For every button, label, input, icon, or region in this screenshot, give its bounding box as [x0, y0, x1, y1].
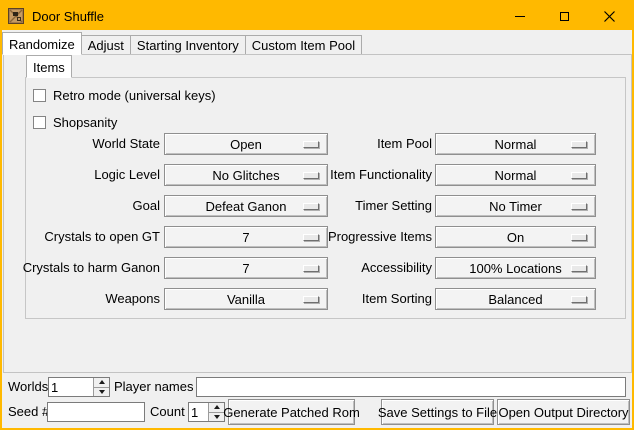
- save-settings-button[interactable]: Save Settings to File: [381, 399, 494, 425]
- app-icon: [8, 8, 24, 24]
- open-output-directory-button[interactable]: Open Output Directory: [497, 399, 630, 425]
- dropdown-indicator-icon: [571, 203, 587, 210]
- titlebar: Door Shuffle: [2, 2, 632, 30]
- weapons-label: Weapons: [22, 288, 160, 310]
- worlds-spinner[interactable]: [48, 377, 110, 397]
- timer-setting-label: Timer Setting: [298, 195, 432, 217]
- world-state-label: World State: [22, 133, 160, 155]
- item-pool-label: Item Pool: [298, 133, 432, 155]
- generate-patched-rom-button[interactable]: Generate Patched Rom: [228, 399, 355, 425]
- spinner-up-button[interactable]: [209, 403, 224, 412]
- maximize-button[interactable]: [542, 2, 587, 30]
- dropdown-indicator-icon: [571, 265, 587, 272]
- spinner-up-button[interactable]: [94, 378, 109, 387]
- item-functionality-value: Normal: [495, 168, 537, 183]
- dropdown-indicator-icon: [571, 141, 587, 148]
- seed-label: Seed #: [8, 402, 49, 422]
- retro-mode-checkbox[interactable]: [33, 89, 46, 102]
- item-functionality-dropdown[interactable]: Normal: [435, 164, 596, 186]
- world-state-value: Open: [230, 137, 262, 152]
- crystals-gt-value: 7: [242, 230, 249, 245]
- spinner-down-icon: [214, 415, 220, 419]
- item-pool-value: Normal: [495, 137, 537, 152]
- tab-adjust[interactable]: Adjust: [82, 35, 131, 55]
- player-names-label: Player names: [114, 377, 193, 397]
- shopsanity-checkbox-row[interactable]: Shopsanity: [33, 115, 117, 129]
- spinner-down-button[interactable]: [94, 387, 109, 397]
- goal-value: Defeat Ganon: [206, 199, 287, 214]
- count-label: Count: [150, 402, 185, 422]
- worlds-spinner-arrows: [93, 378, 109, 396]
- shopsanity-label: Shopsanity: [53, 115, 117, 130]
- goal-label: Goal: [22, 195, 160, 217]
- count-spinner[interactable]: [188, 402, 225, 422]
- crystals-gt-label: Crystals to open GT: [22, 226, 160, 248]
- dropdown-indicator-icon: [571, 172, 587, 179]
- logic-level-value: No Glitches: [212, 168, 279, 183]
- item-sorting-dropdown[interactable]: Balanced: [435, 288, 596, 310]
- minimize-icon: [515, 16, 525, 17]
- logic-level-label: Logic Level: [22, 164, 160, 186]
- maximize-icon: [560, 12, 569, 21]
- retro-mode-label: Retro mode (universal keys): [53, 88, 216, 103]
- item-sorting-label: Item Sorting: [298, 288, 432, 310]
- spinner-down-button[interactable]: [209, 412, 224, 422]
- crystals-ganon-label: Crystals to harm Ganon: [22, 257, 160, 279]
- accessibility-value: 100% Locations: [469, 261, 562, 276]
- crystals-ganon-value: 7: [242, 261, 249, 276]
- close-button[interactable]: [587, 2, 632, 30]
- close-icon: [604, 11, 615, 22]
- item-sorting-value: Balanced: [488, 292, 542, 307]
- item-pool-dropdown[interactable]: Normal: [435, 133, 596, 155]
- timer-setting-dropdown[interactable]: No Timer: [435, 195, 596, 217]
- progressive-items-dropdown[interactable]: On: [435, 226, 596, 248]
- item-functionality-label: Item Functionality: [298, 164, 432, 186]
- spinner-up-icon: [214, 405, 220, 409]
- app-window: Door Shuffle Randomize Adjust Starting I…: [0, 0, 634, 430]
- main-tab-bar: Randomize Adjust Starting Inventory Cust…: [2, 32, 362, 55]
- seed-input[interactable]: [47, 402, 145, 422]
- timer-setting-value: No Timer: [489, 199, 542, 214]
- minimize-button[interactable]: [497, 2, 542, 30]
- retro-mode-checkbox-row[interactable]: Retro mode (universal keys): [33, 88, 216, 102]
- dropdown-indicator-icon: [571, 234, 587, 241]
- tab-starting-inventory[interactable]: Starting Inventory: [131, 35, 246, 55]
- accessibility-label: Accessibility: [298, 257, 432, 279]
- worlds-input[interactable]: [49, 378, 93, 396]
- tab-randomize[interactable]: Randomize: [2, 32, 82, 55]
- spinner-down-icon: [99, 390, 105, 394]
- window-title: Door Shuffle: [32, 9, 104, 24]
- tab-custom-item-pool[interactable]: Custom Item Pool: [246, 35, 362, 55]
- spinner-up-icon: [99, 380, 105, 384]
- shopsanity-checkbox[interactable]: [33, 116, 46, 129]
- worlds-label: Worlds: [8, 377, 48, 397]
- tab-items[interactable]: Items: [26, 55, 72, 78]
- dropdown-indicator-icon: [571, 296, 587, 303]
- count-input[interactable]: [189, 403, 208, 421]
- weapons-value: Vanilla: [227, 292, 265, 307]
- progressive-items-value: On: [507, 230, 524, 245]
- player-names-input[interactable]: [196, 377, 626, 397]
- count-spinner-arrows: [208, 403, 224, 421]
- progressive-items-label: Progressive Items: [298, 226, 432, 248]
- accessibility-dropdown[interactable]: 100% Locations: [435, 257, 596, 279]
